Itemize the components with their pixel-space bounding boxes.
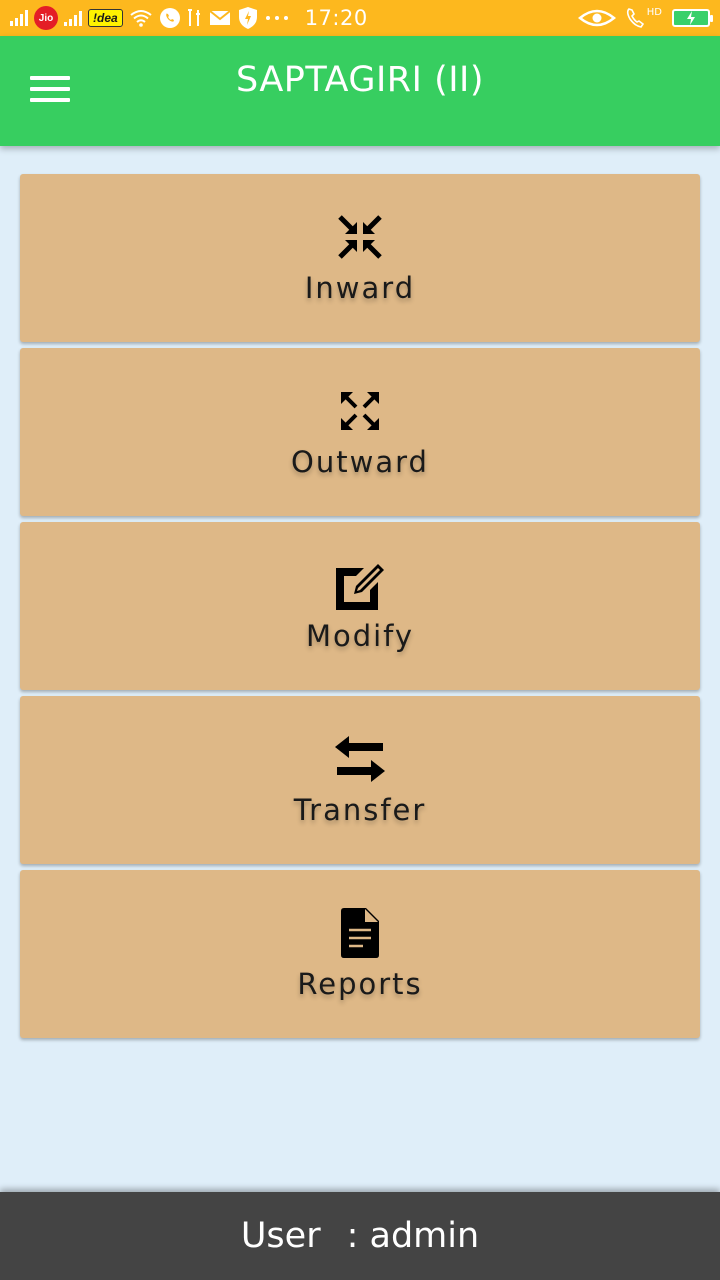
menu-card-label: Outward — [291, 445, 429, 479]
more-notifications-icon — [265, 14, 289, 22]
clock-time: 17:20 — [304, 6, 368, 30]
menu-card-label: Modify — [305, 619, 415, 653]
signal-strength-icon — [10, 10, 28, 26]
battery-charging-icon — [672, 9, 713, 27]
menu-card-reports[interactable]: Reports — [20, 870, 700, 1038]
menu-card-label: Inward — [304, 271, 416, 305]
menu-card-label: Transfer — [293, 793, 427, 827]
security-shield-icon — [237, 6, 259, 30]
menu-card-modify[interactable]: Modify — [20, 522, 700, 690]
menu-card-label: Reports — [297, 967, 423, 1001]
tools-icon — [187, 8, 203, 28]
gmail-icon — [209, 9, 231, 27]
footer-user-bar: User : admin — [0, 1192, 720, 1280]
idea-carrier-badge: !dea — [88, 9, 123, 27]
arrows-outward-icon — [334, 385, 386, 437]
menu-list: Inward Outward Modify Transfer Reports — [20, 174, 700, 1044]
status-bar-left: Jio !dea 17:20 — [10, 0, 368, 36]
hd-label: HD — [646, 7, 662, 18]
page-title: SAPTAGIRI (II) — [235, 60, 485, 100]
eye-comfort-icon — [578, 8, 616, 28]
document-icon — [334, 907, 386, 959]
signal-strength-icon-2 — [64, 10, 82, 26]
status-bar: Jio !dea 17:20 HD — [0, 0, 720, 36]
swap-arrows-icon — [334, 733, 386, 785]
status-bar-right: HD — [578, 0, 713, 36]
menu-card-outward[interactable]: Outward — [20, 348, 700, 516]
edit-icon — [334, 559, 386, 611]
jio-carrier-badge: Jio — [34, 6, 58, 30]
menu-card-inward[interactable]: Inward — [20, 174, 700, 342]
user-label: User — [240, 1216, 321, 1256]
whatsapp-icon — [159, 7, 181, 29]
volte-call-icon: HD — [624, 6, 662, 30]
wifi-icon — [129, 8, 153, 28]
menu-card-transfer[interactable]: Transfer — [20, 696, 700, 864]
user-value: : admin — [346, 1216, 480, 1256]
arrows-inward-icon — [334, 211, 386, 263]
app-bar: SAPTAGIRI (II) — [0, 36, 720, 146]
